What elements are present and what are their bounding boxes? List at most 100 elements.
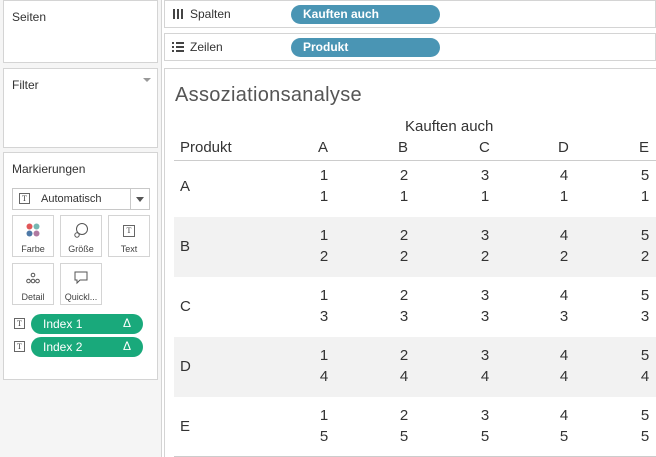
cell-value[interactable]: 4	[557, 345, 571, 366]
cell-value[interactable]: 3	[478, 405, 492, 426]
cell-value[interactable]: 5	[397, 426, 411, 447]
cell-value[interactable]: 5	[478, 426, 492, 447]
filters-card[interactable]: Filter	[3, 68, 158, 148]
columns-shelf-label: Spalten	[190, 7, 231, 21]
column-group-header[interactable]: Kauften auch	[405, 118, 493, 135]
cell-value[interactable]: 5	[638, 285, 652, 306]
cell-value[interactable]: 3	[557, 306, 571, 327]
cell-value[interactable]: 2	[317, 246, 331, 267]
cell-value[interactable]: 1	[557, 186, 571, 207]
tooltip-bubble-icon	[61, 270, 101, 286]
mark-type-dropdown[interactable]: T Automatisch	[12, 188, 150, 210]
cell-value[interactable]: 3	[478, 306, 492, 327]
size-bubbles-icon	[61, 222, 101, 238]
cell-value[interactable]: 2	[397, 285, 411, 306]
cell-value[interactable]: 4	[317, 366, 331, 387]
chevron-down-icon[interactable]	[130, 189, 149, 209]
index-1-pill[interactable]: Index 1 Δ	[31, 314, 143, 334]
columns-shelf[interactable]: Spalten Kauften auch	[164, 0, 656, 28]
cell-value[interactable]: 3	[317, 306, 331, 327]
cell-value[interactable]: 5	[638, 345, 652, 366]
cell-value[interactable]: 4	[557, 225, 571, 246]
column-header-b[interactable]: B	[398, 139, 408, 156]
cell-value[interactable]: 2	[397, 345, 411, 366]
cell-value[interactable]: 3	[397, 306, 411, 327]
cell-value[interactable]: 2	[397, 405, 411, 426]
cell-value[interactable]: 4	[557, 366, 571, 387]
produkt-pill[interactable]: Produkt	[291, 38, 440, 57]
cell-value[interactable]: 5	[557, 426, 571, 447]
cell-value[interactable]: 3	[638, 306, 652, 327]
cell-value[interactable]: 3	[478, 165, 492, 186]
cell-value[interactable]: 3	[478, 285, 492, 306]
index-2-pill-label: Index 2	[43, 340, 83, 354]
pages-card[interactable]: Seiten	[3, 0, 158, 63]
text-mark-type-icon: T	[19, 193, 30, 204]
table-row: A 1 2 3 4 5 1 1 1 1 1	[174, 157, 656, 217]
column-header-e[interactable]: E	[639, 139, 649, 156]
row-header-c[interactable]: C	[180, 298, 191, 315]
kauften-auch-pill-label: Kauften auch	[303, 7, 380, 21]
pages-card-title: Seiten	[12, 10, 47, 24]
sidebar-divider[interactable]	[161, 0, 162, 457]
cell-value[interactable]: 1	[317, 225, 331, 246]
cell-value[interactable]: 5	[638, 405, 652, 426]
filters-menu-caret-icon[interactable]	[143, 78, 151, 82]
cell-value[interactable]: 3	[478, 225, 492, 246]
cell-value[interactable]: 1	[317, 405, 331, 426]
color-dots-icon	[13, 222, 53, 238]
table-row: C 1 2 3 4 5 3 3 3 3 3	[174, 277, 656, 337]
text-button[interactable]: T Text	[108, 215, 150, 257]
cell-value[interactable]: 3	[478, 345, 492, 366]
color-button[interactable]: Farbe	[12, 215, 54, 257]
sheet-title[interactable]: Assoziationsanalyse	[175, 84, 362, 107]
column-header-a[interactable]: A	[318, 139, 328, 156]
row-header-e[interactable]: E	[180, 418, 190, 435]
cell-value[interactable]: 1	[317, 186, 331, 207]
cell-value[interactable]: 1	[397, 186, 411, 207]
rows-shelf[interactable]: Zeilen Produkt	[164, 33, 656, 61]
cell-value[interactable]: 2	[397, 225, 411, 246]
detail-button[interactable]: Detail	[12, 263, 54, 305]
delta-icon: Δ	[122, 316, 131, 330]
cell-value[interactable]: 4	[557, 405, 571, 426]
cell-value[interactable]: 2	[397, 165, 411, 186]
column-header-d[interactable]: D	[558, 139, 569, 156]
tooltip-button[interactable]: Quickl...	[60, 263, 102, 305]
cell-value[interactable]: 5	[317, 426, 331, 447]
rows-icon	[171, 40, 185, 54]
kauften-auch-pill[interactable]: Kauften auch	[291, 5, 440, 24]
cell-value[interactable]: 1	[317, 285, 331, 306]
cell-value[interactable]: 4	[638, 366, 652, 387]
text-encoding-icon[interactable]: T	[14, 341, 25, 352]
cell-value[interactable]: 4	[557, 165, 571, 186]
worksheet-view: Assoziationsanalyse Kauften auch Produkt…	[164, 68, 656, 457]
index-2-pill[interactable]: Index 2 Δ	[31, 337, 143, 357]
cell-value[interactable]: 1	[317, 165, 331, 186]
row-header-a[interactable]: A	[180, 178, 190, 195]
cell-value[interactable]: 4	[557, 285, 571, 306]
color-button-label: Farbe	[21, 244, 45, 254]
filters-card-title: Filter	[12, 78, 39, 92]
size-button-label: Größe	[68, 244, 94, 254]
cell-value[interactable]: 5	[638, 165, 652, 186]
index-1-pill-label: Index 1	[43, 317, 83, 331]
row-header-b[interactable]: B	[180, 238, 190, 255]
cell-value[interactable]: 1	[317, 345, 331, 366]
cell-value[interactable]: 1	[478, 186, 492, 207]
cell-value[interactable]: 2	[478, 246, 492, 267]
cell-value[interactable]: 2	[557, 246, 571, 267]
size-button[interactable]: Größe	[60, 215, 102, 257]
detail-button-label: Detail	[21, 292, 45, 302]
cell-value[interactable]: 2	[638, 246, 652, 267]
cell-value[interactable]: 4	[478, 366, 492, 387]
row-header-title[interactable]: Produkt	[180, 139, 232, 156]
cell-value[interactable]: 5	[638, 426, 652, 447]
cell-value[interactable]: 4	[397, 366, 411, 387]
text-encoding-icon[interactable]: T	[14, 318, 25, 329]
cell-value[interactable]: 5	[638, 225, 652, 246]
row-header-d[interactable]: D	[180, 358, 191, 375]
cell-value[interactable]: 1	[638, 186, 652, 207]
column-header-c[interactable]: C	[479, 139, 490, 156]
cell-value[interactable]: 2	[397, 246, 411, 267]
